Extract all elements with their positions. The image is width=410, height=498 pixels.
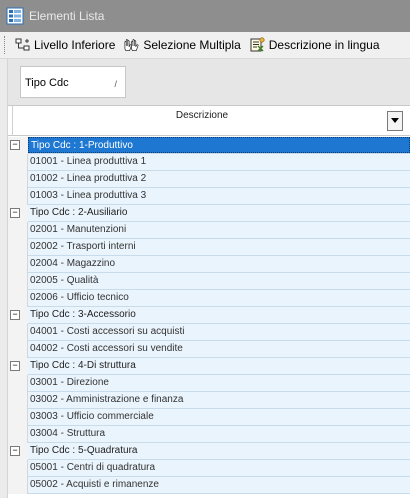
row-indent [8,324,28,341]
group-row-label: Tipo Cdc : 2-Ausiliario [28,205,410,221]
row-indent [8,426,28,443]
list-item[interactable]: 02001 - Manutenzioni [8,222,410,239]
row-indent [8,341,28,358]
title-bar: Elementi Lista [0,0,410,32]
group-row[interactable]: − Tipo Cdc : 2-Ausiliario [8,205,410,222]
row-indent [8,256,28,273]
row-indent: − [8,137,28,154]
list-item[interactable]: 01001 - Linea produttiva 1 [8,154,410,171]
group-row-label: Tipo Cdc : 5-Quadratura [28,443,410,459]
list-item[interactable]: 02005 - Qualità [8,273,410,290]
tree-level-icon [14,37,31,54]
list-item-label: 03002 - Amministrazione e finanza [28,392,410,408]
group-row[interactable]: − Tipo Cdc : 5-Quadratura [8,443,410,460]
list-item-label: 03001 - Direzione [28,375,410,391]
row-indent [8,290,28,307]
list-item[interactable]: 02006 - Ufficio tecnico [8,290,410,307]
collapse-icon[interactable]: − [10,446,20,456]
list-item-label: 01002 - Linea produttiva 2 [28,171,410,187]
language-description-icon [249,37,266,54]
window-title: Elementi Lista [29,9,105,23]
row-indent [8,154,28,171]
list-item[interactable]: 05002 - Acquisti e rimanenze [8,477,410,494]
group-row[interactable]: − Tipo Cdc : 1-Produttivo [8,137,410,154]
list-item-label: 03003 - Ufficio commerciale [28,409,410,425]
list-item-label: 04001 - Costi accessori su acquisti [28,324,410,340]
list-item[interactable]: 01003 - Linea produttiva 3 [8,188,410,205]
list-item-label: 02001 - Manutenzioni [28,222,410,238]
selezione-multipla-button[interactable]: Selezione Multipla [121,34,242,56]
list-item-label: 01001 - Linea produttiva 1 [28,154,410,170]
list-item[interactable]: 01002 - Linea produttiva 2 [8,171,410,188]
column-header-descrizione[interactable]: Descrizione [8,106,410,136]
list-item[interactable]: 02002 - Trasporti interni [8,239,410,256]
group-row[interactable]: − Tipo Cdc : 3-Accessorio [8,307,410,324]
list-item-label: 02004 - Magazzino [28,256,410,272]
row-indent [8,171,28,188]
collapse-icon[interactable]: − [10,361,20,371]
toolbar: Livello Inferiore Selezione Multipla Des… [0,32,410,58]
row-indent [8,460,28,477]
list-item[interactable]: 03001 - Direzione [8,375,410,392]
group-row-label: Tipo Cdc : 1-Produttivo [28,137,410,153]
grid-rows: − Tipo Cdc : 1-Produttivo 01001 - Linea pr… [8,137,410,494]
list-grid-icon [6,7,24,25]
column-filter-dropdown[interactable] [387,111,403,131]
toolbar-grip[interactable] [4,36,8,54]
group-row[interactable]: − Tipo Cdc : 4-Di struttura [8,358,410,375]
list-item[interactable]: 02004 - Magazzino [8,256,410,273]
list-item[interactable]: 04001 - Costi accessori su acquisti [8,324,410,341]
list-item[interactable]: 05001 - Centri di quadratura [8,460,410,477]
row-indent [8,222,28,239]
collapse-icon[interactable]: − [10,208,20,218]
descrizione-in-lingua-label: Descrizione in lingua [268,38,380,52]
group-chip-tipo-cdc[interactable]: Tipo Cdc / [20,66,126,98]
list-item-label: 02006 - Ufficio tecnico [28,290,410,306]
row-indent [8,392,28,409]
row-indent: − [8,358,28,375]
list-item-label: 05002 - Acquisti e rimanenze [28,477,410,493]
list-item[interactable]: 03002 - Amministrazione e finanza [8,392,410,409]
data-grid: Descrizione − Tipo Cdc : 1-Produttivo 0100… [8,105,410,498]
list-item[interactable]: 03004 - Struttura [8,426,410,443]
sort-indicator-icon: / [114,79,117,89]
row-indent: − [8,307,28,324]
group-row-label: Tipo Cdc : 4-Di struttura [28,358,410,374]
chevron-down-icon [391,118,399,123]
group-row-label: Tipo Cdc : 3-Accessorio [28,307,410,323]
row-indent [8,239,28,256]
left-gutter [0,59,8,498]
list-item-label: 02005 - Qualità [28,273,410,289]
selezione-multipla-label: Selezione Multipla [143,38,241,52]
list-item[interactable]: 03003 - Ufficio commerciale [8,409,410,426]
collapse-icon[interactable]: − [10,310,20,320]
list-item-label: 03004 - Struttura [28,426,410,442]
descrizione-in-lingua-button[interactable]: Descrizione in lingua [247,34,382,56]
list-item[interactable]: 04002 - Costi accessori su vendite [8,341,410,358]
row-indent: − [8,443,28,460]
livello-inferiore-button[interactable]: Livello Inferiore [12,34,117,56]
livello-inferiore-label: Livello Inferiore [34,38,116,52]
row-indent [8,188,28,205]
multi-select-icon [123,37,140,54]
list-item-label: 04002 - Costi accessori su vendite [28,341,410,357]
row-indent [8,477,28,494]
row-indent [8,375,28,392]
group-chip-label: Tipo Cdc [25,77,69,89]
row-indent [8,409,28,426]
column-header-label: Descrizione [175,110,229,121]
list-item-label: 02002 - Trasporti interni [28,239,410,255]
row-indent [8,273,28,290]
list-item-label: 05001 - Centri di quadratura [28,460,410,476]
list-item-label: 01003 - Linea produttiva 3 [28,188,410,204]
row-indent: − [8,205,28,222]
group-by-panel: Tipo Cdc / [8,59,410,105]
collapse-icon[interactable]: − [10,140,20,150]
